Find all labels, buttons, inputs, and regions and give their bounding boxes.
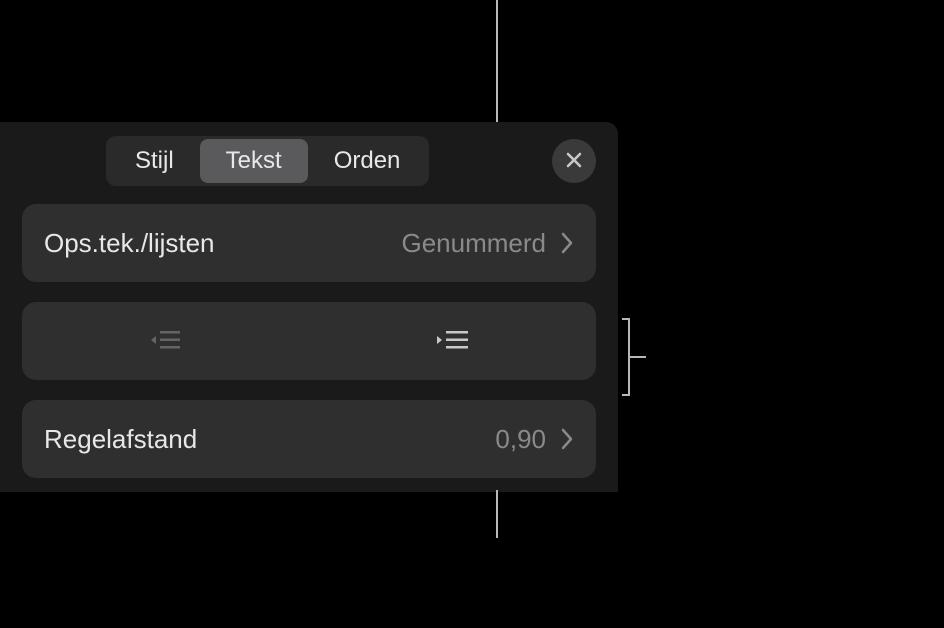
panel-header: Stijl Tekst Orden <box>0 122 618 204</box>
line-spacing-row[interactable]: Regelafstand 0,90 <box>22 400 596 478</box>
outdent-icon <box>150 328 182 355</box>
bullets-label: Ops.tek./lijsten <box>44 228 402 259</box>
indent-controls <box>22 302 596 380</box>
close-button[interactable] <box>552 139 596 183</box>
indent-icon <box>437 328 469 355</box>
bullets-value: Genummerd <box>402 228 547 259</box>
rows-container: Ops.tek./lijsten Genummerd <box>0 204 618 478</box>
callout-line-bottom <box>496 490 498 538</box>
outdent-button[interactable] <box>22 302 309 380</box>
callout-bracket-right <box>622 318 646 396</box>
indent-button[interactable] <box>309 302 596 380</box>
line-spacing-label: Regelafstand <box>44 424 495 455</box>
line-spacing-value: 0,90 <box>495 424 546 455</box>
bullets-lists-row[interactable]: Ops.tek./lijsten Genummerd <box>22 204 596 282</box>
segmented-tabs: Stijl Tekst Orden <box>106 136 429 186</box>
tab-text[interactable]: Tekst <box>200 139 308 183</box>
close-icon <box>564 150 584 173</box>
chevron-right-icon <box>560 231 574 255</box>
tab-style[interactable]: Stijl <box>109 139 200 183</box>
tab-order[interactable]: Orden <box>308 139 427 183</box>
format-panel: Stijl Tekst Orden Ops.tek./lijsten Genum… <box>0 122 618 492</box>
chevron-right-icon <box>560 427 574 451</box>
